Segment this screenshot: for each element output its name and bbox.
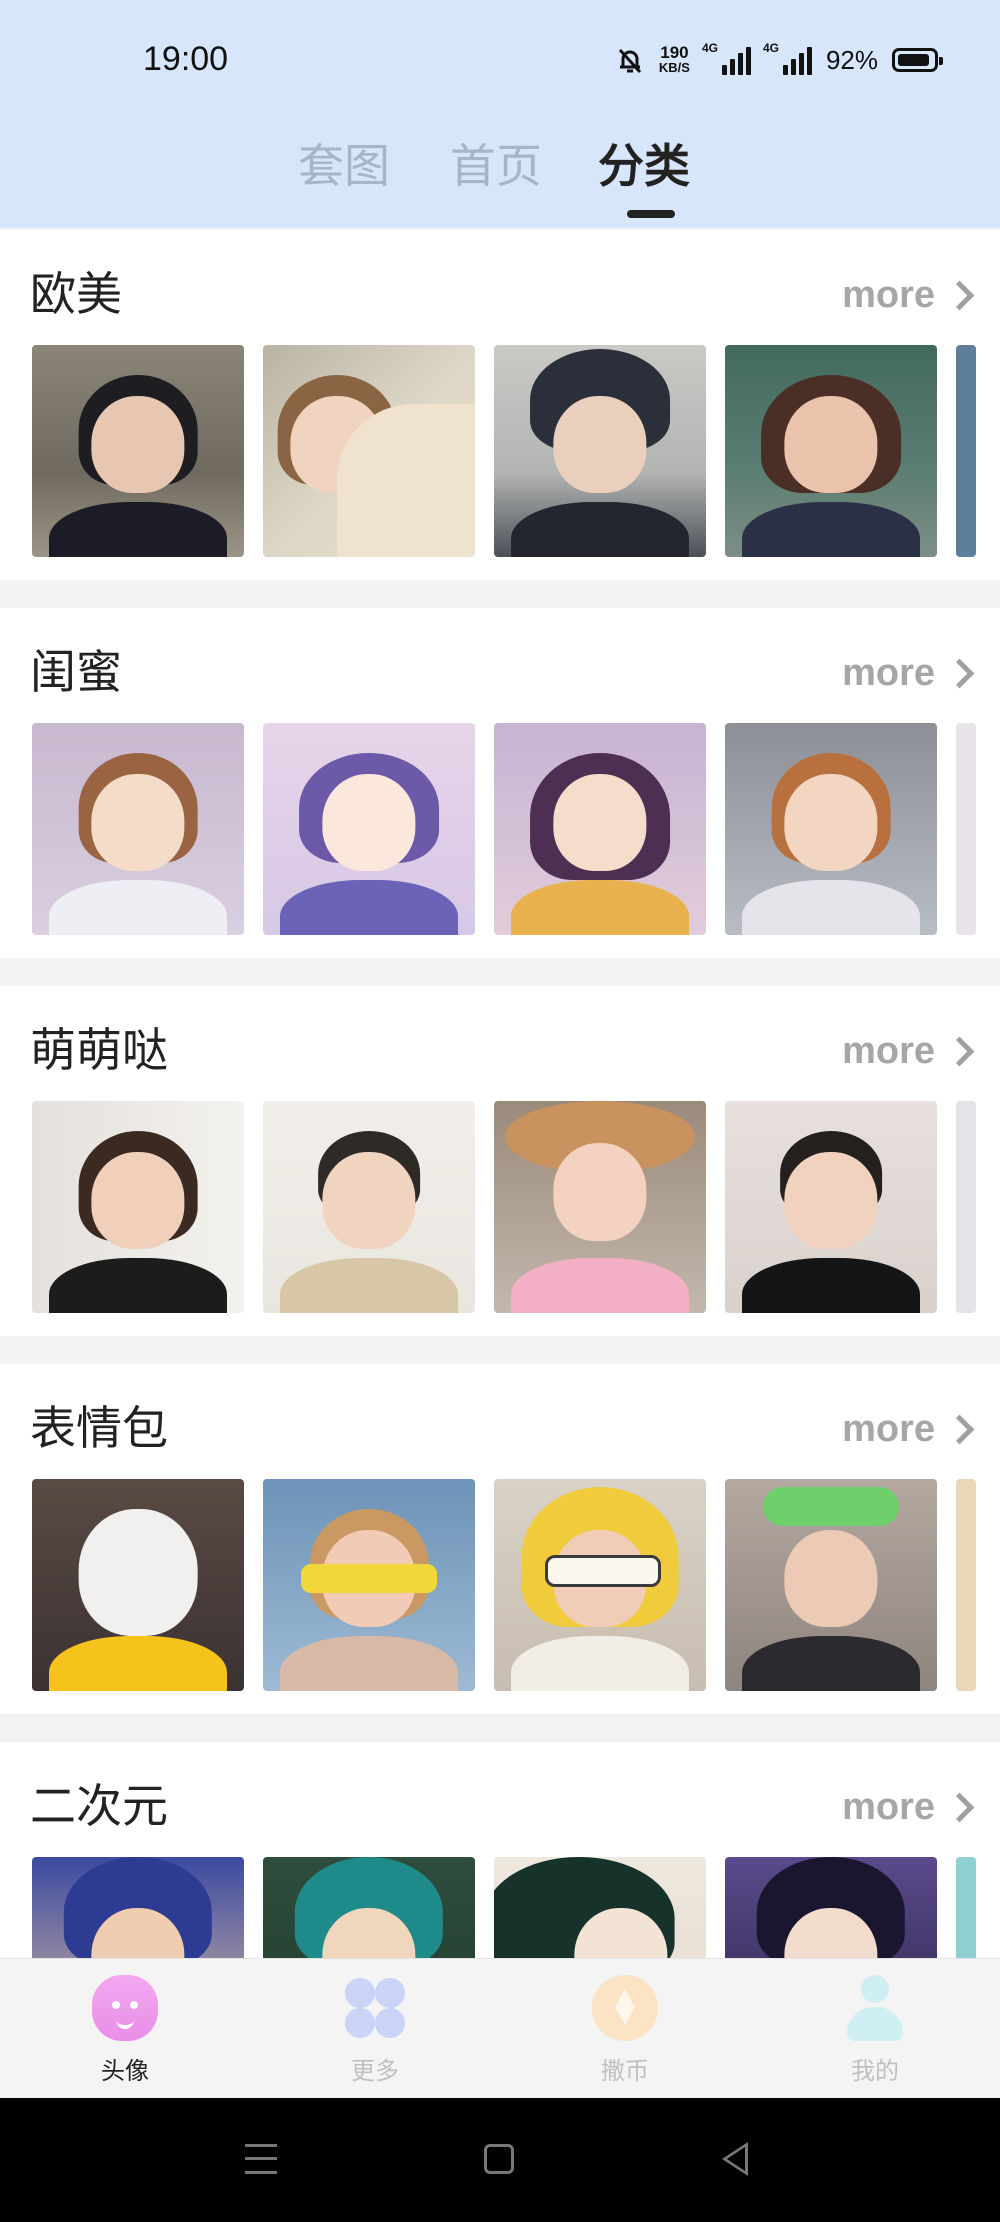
thumbnail-image[interactable]	[32, 345, 244, 557]
bottom-nav: 头像 更多 撒币 我的	[0, 1958, 1000, 2099]
thumbnail-image[interactable]	[725, 1857, 937, 1958]
thumbnail-image[interactable]	[263, 1479, 475, 1691]
nav-mine[interactable]: 我的	[815, 1975, 935, 2086]
more-button[interactable]: more	[842, 1030, 975, 1073]
more-button[interactable]: more	[842, 1408, 975, 1451]
thumbnail-image[interactable]	[32, 723, 244, 935]
thumbnail-row[interactable]	[32, 1479, 976, 1691]
section-title: 二次元	[30, 1779, 168, 1833]
section-erciyuan: 二次元 more	[0, 1742, 1000, 1958]
thumbnail-image[interactable]	[32, 1857, 244, 1958]
section-mengmengda: 萌萌哒 more	[0, 986, 1000, 1336]
nav-avatar[interactable]: 头像	[65, 1975, 185, 2086]
thumbnail-image[interactable]	[494, 1479, 706, 1691]
person-icon	[842, 1975, 908, 2041]
section-title: 表情包	[30, 1401, 168, 1455]
chevron-right-icon	[944, 1036, 975, 1067]
thumbnail-image[interactable]	[32, 1479, 244, 1691]
more-button[interactable]: more	[842, 274, 975, 317]
category-list[interactable]: 欧美 more 闺蜜 more 萌萌哒 more 表情包 more 二次元 mo…	[0, 230, 1000, 1958]
section-oumei: 欧美 more	[0, 230, 1000, 580]
status-icons: 190 KB/S 4G 4G 92%	[615, 38, 943, 82]
tab-taotu[interactable]: 套图	[298, 130, 390, 196]
system-nav-bar	[0, 2098, 1000, 2222]
thumbnail-image[interactable]	[494, 1857, 706, 1958]
thumbnail-image[interactable]	[956, 723, 976, 935]
network-speed: 190 KB/S	[658, 43, 690, 75]
signal-icon: 4G	[702, 41, 751, 75]
tab-home[interactable]: 首页	[450, 130, 542, 196]
menu-icon[interactable]	[245, 2144, 277, 2174]
coin-star-icon	[592, 1975, 658, 2041]
thumbnail-row[interactable]	[32, 1101, 976, 1313]
battery-icon	[892, 48, 943, 72]
thumbnail-row[interactable]	[32, 345, 976, 557]
battery-percent: 92%	[825, 44, 878, 75]
thumbnail-image[interactable]	[32, 1101, 244, 1313]
thumbnail-row[interactable]	[32, 723, 976, 935]
thumbnail-image[interactable]	[725, 1479, 937, 1691]
thumbnail-image[interactable]	[725, 723, 937, 935]
tab-category[interactable]: 分类	[598, 130, 690, 196]
thumbnail-image[interactable]	[494, 345, 706, 557]
thumbnail-image[interactable]	[725, 1101, 937, 1313]
thumbnail-image[interactable]	[263, 723, 475, 935]
thumbnail-image[interactable]	[263, 1857, 475, 1958]
avatar-face-icon	[92, 1975, 158, 2041]
chevron-right-icon	[944, 1414, 975, 1445]
more-button[interactable]: more	[842, 652, 975, 695]
section-title: 闺蜜	[30, 645, 122, 699]
thumbnail-image[interactable]	[956, 1857, 976, 1958]
status-bar: 19:00 190 KB/S 4G 4G 92%	[0, 0, 1000, 120]
nav-coin[interactable]: 撒币	[565, 1975, 685, 2086]
thumbnail-image[interactable]	[956, 345, 976, 557]
status-time: 19:00	[143, 40, 229, 78]
section-biaoqingbao: 表情包 more	[0, 1364, 1000, 1714]
home-icon[interactable]	[484, 2144, 514, 2174]
chevron-right-icon	[944, 280, 975, 311]
more-button[interactable]: more	[842, 1786, 975, 1829]
thumbnail-image[interactable]	[263, 345, 475, 557]
thumbnail-image[interactable]	[725, 345, 937, 557]
back-icon[interactable]	[722, 2142, 748, 2176]
thumbnail-image[interactable]	[494, 1101, 706, 1313]
signal-icon: 4G	[763, 41, 812, 75]
thumbnail-image[interactable]	[263, 1101, 475, 1313]
section-title: 萌萌哒	[30, 1023, 168, 1077]
thumbnail-image[interactable]	[494, 723, 706, 935]
chevron-right-icon	[944, 1792, 975, 1823]
thumbnail-image[interactable]	[956, 1479, 976, 1691]
section-title: 欧美	[30, 267, 122, 321]
top-tabs: 套图 首页 分类	[0, 120, 1000, 228]
four-petal-icon	[342, 1975, 408, 2041]
section-guimi: 闺蜜 more	[0, 608, 1000, 958]
bell-muted-icon	[618, 48, 642, 74]
chevron-right-icon	[944, 658, 975, 689]
tab-active-indicator	[627, 210, 675, 218]
nav-more[interactable]: 更多	[315, 1975, 435, 2086]
thumbnail-image[interactable]	[956, 1101, 976, 1313]
thumbnail-row[interactable]	[32, 1857, 976, 1958]
